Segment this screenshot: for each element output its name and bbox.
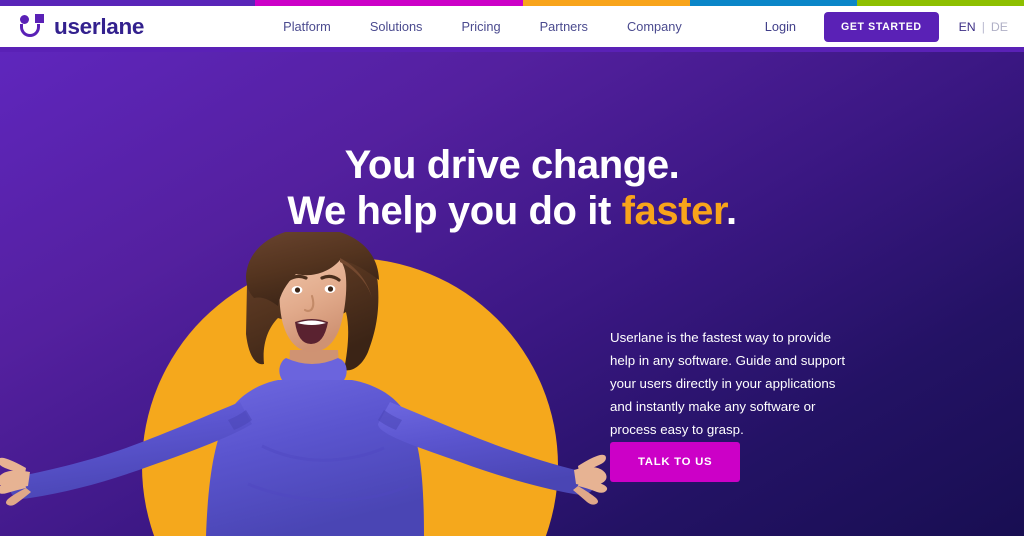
hero-body-copy: Userlane is the fastest way to provide h… [610, 330, 846, 437]
color-bar-segment-green [856, 0, 1024, 6]
nav-item-partners[interactable]: Partners [540, 19, 588, 34]
brand-color-bar [0, 0, 1024, 6]
language-option-en[interactable]: EN [959, 20, 976, 34]
hero-headline: You drive change. We help you do it fast… [0, 142, 1024, 235]
headline-line-2-suffix: . [725, 189, 737, 234]
talk-to-us-button[interactable]: TALK TO US [610, 442, 741, 482]
login-link[interactable]: Login [765, 19, 796, 34]
nav-item-company[interactable]: Company [627, 19, 682, 34]
logo-link[interactable]: userlane [20, 14, 144, 40]
headline-accent-word: faster [621, 189, 727, 234]
hero-person-photo [0, 232, 610, 536]
pupil-left [294, 287, 301, 293]
language-option-de[interactable]: DE [991, 20, 1008, 34]
pupil-right [327, 286, 334, 292]
nav-item-solutions[interactable]: Solutions [370, 19, 423, 34]
headline-line-1: You drive change. [344, 143, 680, 187]
color-bar-segment-orange [522, 0, 691, 6]
color-bar-segment-blue [690, 0, 857, 6]
hand-right [573, 454, 608, 505]
nav-item-pricing[interactable]: Pricing [461, 19, 500, 34]
header-actions: Login GET STARTED EN | DE [765, 11, 1008, 42]
get-started-button[interactable]: GET STARTED [824, 11, 939, 42]
language-switcher: EN | DE [959, 20, 1008, 34]
color-bar-segment-magenta [255, 0, 523, 6]
color-bar-segment-purple [0, 0, 256, 6]
main-navigation: Platform Solutions Pricing Partners Comp… [283, 19, 682, 34]
logo-wordmark: userlane [54, 13, 145, 39]
hero-section: You drive change. We help you do it fast… [0, 52, 1024, 536]
logo-eye-square-icon [35, 14, 44, 23]
language-divider: | [981, 19, 985, 34]
headline-line-2-prefix: We help you do it [287, 189, 622, 234]
logo-smile-icon [20, 24, 40, 37]
site-header: userlane Platform Solutions Pricing Part… [0, 6, 1024, 52]
nav-item-platform[interactable]: Platform [283, 19, 331, 34]
userlane-smiley-icon [20, 14, 45, 39]
logo-eye-round-icon [20, 15, 29, 24]
